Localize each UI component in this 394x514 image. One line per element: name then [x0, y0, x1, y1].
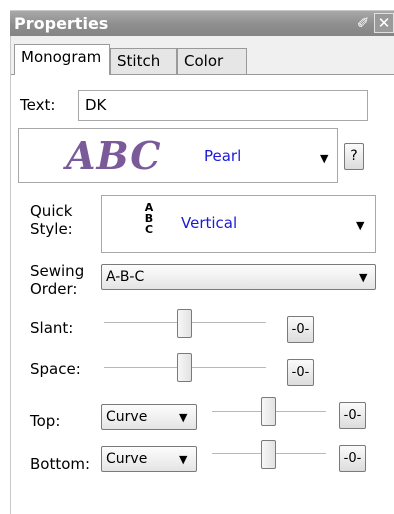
bottom-label: Bottom:: [30, 455, 91, 473]
preview-letter-c: C: [144, 223, 154, 236]
text-label: Text:: [20, 96, 56, 114]
tab-stitch[interactable]: Stitch: [110, 48, 177, 74]
sewing-order-dropdown[interactable]: A-B-C: [101, 264, 376, 290]
sewing-order-label-line1: Sewing: [30, 262, 85, 280]
top-label: Top:: [30, 412, 61, 430]
chevron-down-icon[interactable]: ▼: [179, 453, 187, 466]
font-preview: ABC: [66, 133, 162, 178]
top-shape-value: Curve: [106, 409, 148, 425]
slant-slider-thumb[interactable]: [177, 309, 192, 338]
bottom-slider-thumb[interactable]: [261, 440, 276, 469]
space-reset-button[interactable]: -0-: [287, 359, 314, 386]
sewing-order-label-line2: Order:: [30, 280, 78, 298]
quick-style-label-line1: Quick: [30, 202, 73, 220]
pin-icon[interactable]: ✐: [354, 14, 372, 32]
panel-border: [10, 36, 11, 514]
panel-title: Properties: [14, 14, 109, 33]
quick-style-label-line2: Style:: [30, 220, 73, 238]
top-slider-thumb[interactable]: [261, 397, 276, 426]
close-icon[interactable]: ✕: [374, 13, 394, 33]
space-label: Space:: [30, 360, 81, 378]
tab-monogram[interactable]: Monogram: [14, 44, 110, 75]
chevron-down-icon[interactable]: ▼: [359, 271, 367, 284]
font-name: Pearl: [204, 147, 242, 165]
chevron-down-icon[interactable]: ▼: [320, 152, 328, 165]
sewing-order-value: A-B-C: [106, 269, 145, 285]
slant-reset-button[interactable]: -0-: [287, 316, 314, 343]
slant-label: Slant:: [30, 319, 74, 337]
top-strip: [0, 0, 394, 10]
bottom-shape-value: Curve: [106, 451, 148, 467]
chevron-down-icon[interactable]: ▼: [356, 219, 364, 232]
quick-style-preview: A B C: [144, 202, 154, 235]
properties-panel: Properties ✐ ✕ Monogram Stitch Color Tex…: [0, 0, 394, 514]
tab-color[interactable]: Color: [177, 48, 247, 74]
bottom-reset-button[interactable]: -0-: [339, 445, 366, 472]
text-input[interactable]: DK: [78, 90, 368, 121]
space-slider-thumb[interactable]: [177, 353, 192, 382]
quick-style-selector[interactable]: [101, 195, 376, 253]
chevron-down-icon[interactable]: ▼: [179, 411, 187, 424]
quick-style-value: Vertical: [181, 214, 238, 232]
font-help-button[interactable]: ?: [344, 143, 364, 170]
top-reset-button[interactable]: -0-: [339, 402, 366, 429]
